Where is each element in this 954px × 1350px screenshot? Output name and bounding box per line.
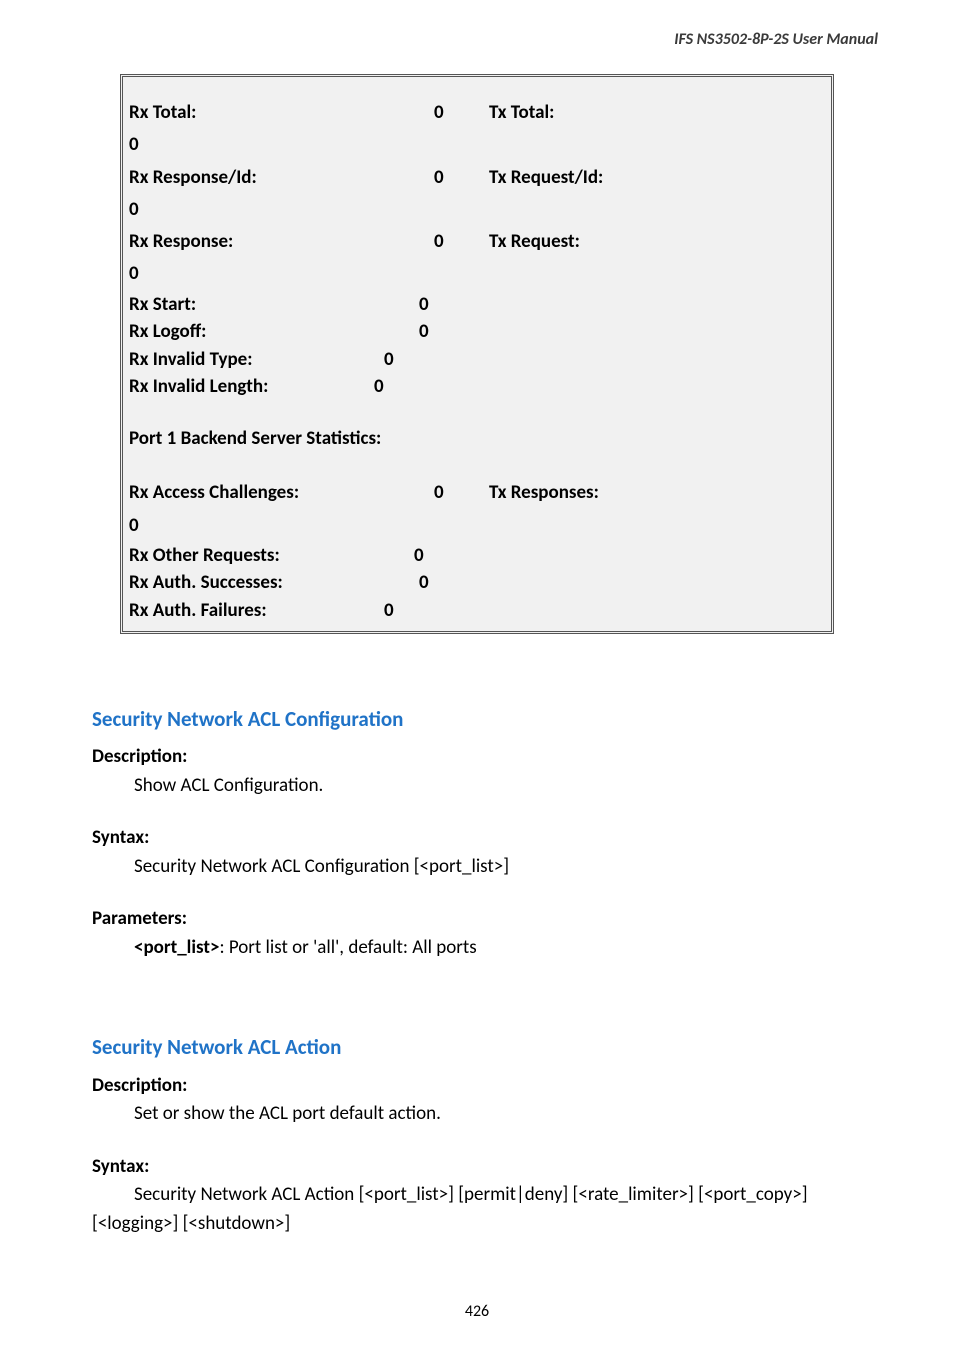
row-rx-invtype: Rx Invalid Type: 0 (129, 346, 825, 374)
rx-start-value: 0 (419, 291, 474, 319)
rx-fail-value: 0 (384, 597, 439, 625)
param-list-1: <port_list>: Port list or 'all', default… (134, 934, 862, 963)
rx-logoff-label: Rx Logoff: (129, 318, 419, 346)
page-header: IFS NS3502-8P-2S User Manual (0, 0, 954, 58)
param-text-1: : Port list or 'all', default: All ports (219, 936, 476, 959)
acl-config-title: Security Network ACL Configuration (92, 704, 862, 736)
param-key-1: <port_list> (134, 936, 219, 959)
rx-accch-value: 0 (434, 477, 489, 509)
zero-1: 0 (129, 129, 825, 161)
row-rx-other: Rx Other Requests: 0 (129, 542, 825, 570)
tx-total-label: Tx Total: (489, 97, 825, 129)
rx-accch-label: Rx Access Challenges: (129, 477, 434, 509)
zero-2: 0 (129, 194, 825, 226)
zero-4: 0 (129, 510, 825, 542)
page-number: 426 (0, 1300, 954, 1324)
rx-invtype-value: 0 (384, 346, 439, 374)
rx-respid-value: 0 (434, 162, 489, 194)
rx-logoff-value: 0 (419, 318, 474, 346)
syntax-label-2: Syntax: (92, 1153, 862, 1182)
section-acl-action: Security Network ACL Action Description:… (92, 1032, 862, 1238)
rx-succ-label: Rx Auth. Successes: (129, 569, 419, 597)
rx-invlen-value: 0 (374, 373, 429, 401)
backend-title-text: Port 1 Backend Server Statistics: (129, 423, 381, 455)
rx-fail-label: Rx Auth. Failures: (129, 597, 384, 625)
backend-title: Port 1 Backend Server Statistics: (129, 423, 825, 455)
rx-resp-value: 0 (434, 226, 489, 258)
tx-resps-label: Tx Responses: (489, 477, 825, 509)
desc-body-1: Show ACL Configuration. (134, 772, 862, 801)
syntax-line-2: [<logging>] [<shutdown>] (92, 1210, 862, 1239)
tx-req-label: Tx Request: (489, 226, 825, 258)
rx-total-label: Rx Total: (129, 97, 434, 129)
rx-other-value: 0 (414, 542, 469, 570)
row-rx-resp: Rx Response: 0 Tx Request: (129, 226, 825, 258)
statistics-box: Rx Total: 0 Tx Total: 0 Rx Response/Id: … (120, 74, 834, 634)
syntax-body-1: Security Network ACL Configuration [<por… (134, 853, 862, 882)
content-area: Security Network ACL Configuration Descr… (0, 704, 954, 1239)
syntax-line-1: Security Network ACL Action [<port_list>… (134, 1181, 862, 1210)
row-rx-fail: Rx Auth. Failures: 0 (129, 597, 825, 625)
rx-resp-label: Rx Response: (129, 226, 434, 258)
zero-3: 0 (129, 258, 825, 290)
rx-start-label: Rx Start: (129, 291, 419, 319)
acl-action-title: Security Network ACL Action (92, 1032, 862, 1064)
desc-body-2: Set or show the ACL port default action. (134, 1100, 862, 1129)
desc-label-1: Description: (92, 743, 862, 772)
row-rx-succ: Rx Auth. Successes: 0 (129, 569, 825, 597)
tx-reqid-label: Tx Request/Id: (489, 162, 825, 194)
row-rx-start: Rx Start: 0 (129, 291, 825, 319)
desc-label-2: Description: (92, 1072, 862, 1101)
rx-invlen-label: Rx Invalid Length: (129, 373, 374, 401)
rx-succ-value: 0 (419, 569, 474, 597)
params-label-1: Parameters: (92, 905, 862, 934)
rx-invtype-label: Rx Invalid Type: (129, 346, 384, 374)
row-rx-total: Rx Total: 0 Tx Total: (129, 97, 825, 129)
syntax-label-1: Syntax: (92, 824, 862, 853)
rx-total-value: 0 (434, 97, 489, 129)
rx-respid-label: Rx Response/Id: (129, 162, 434, 194)
row-rx-logoff: Rx Logoff: 0 (129, 318, 825, 346)
row-rx-invlen: Rx Invalid Length: 0 (129, 373, 825, 401)
row-rx-respid: Rx Response/Id: 0 Tx Request/Id: (129, 162, 825, 194)
row-rx-accch: Rx Access Challenges: 0 Tx Responses: (129, 477, 825, 509)
rx-other-label: Rx Other Requests: (129, 542, 414, 570)
section-acl-config: Security Network ACL Configuration Descr… (92, 704, 862, 963)
